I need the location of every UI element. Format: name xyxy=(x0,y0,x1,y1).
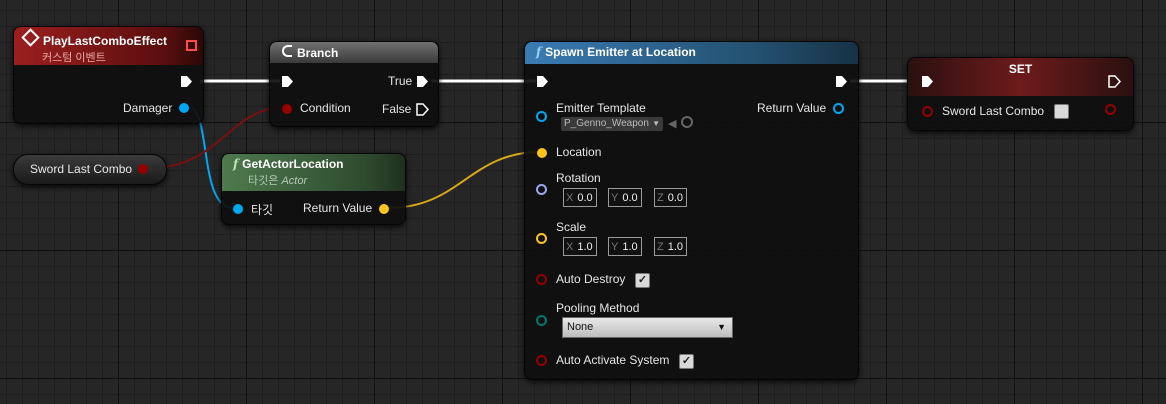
delegate-pin[interactable] xyxy=(186,40,197,51)
get-actor-location-node[interactable]: f GetActorLocation 타깃은 Actor 타깃 Return Va… xyxy=(221,153,406,225)
custom-event-node[interactable]: PlayLastComboEffect 커스텀 이벤트 Damager xyxy=(13,26,204,124)
branch-true-pin[interactable] xyxy=(416,75,429,88)
set-exec-out-pin[interactable] xyxy=(1108,75,1121,88)
scale-label: Scale xyxy=(556,220,587,234)
diamond-event-icon xyxy=(21,28,40,47)
spawn-exec-in-pin[interactable] xyxy=(536,75,549,88)
spawn-emitter-header: f Spawn Emitter at Location xyxy=(525,42,858,64)
axis-x-label: X xyxy=(566,191,574,204)
get-actor-location-title: GetActorLocation xyxy=(242,157,344,171)
custom-event-subtitle: 커스텀 이벤트 xyxy=(42,52,106,64)
damager-label: Damager xyxy=(123,101,173,115)
auto-destroy-label: Auto Destroy xyxy=(556,272,626,286)
rotation-z-field[interactable]: Z 0.0 xyxy=(654,188,688,207)
set-node[interactable]: SET Sword Last Combo xyxy=(907,57,1134,131)
use-selected-asset-icon[interactable]: ◀ xyxy=(668,117,676,130)
set-value-checkbox[interactable] xyxy=(1054,104,1069,119)
pooling-method-value: None xyxy=(567,321,594,333)
get-actor-location-subtitle-class: Actor xyxy=(281,175,308,187)
vector-wire-location xyxy=(387,151,541,209)
scale-z-field[interactable]: Z 1.0 xyxy=(654,237,688,256)
axis-y-label: Y xyxy=(611,191,619,204)
branch-condition-pin[interactable] xyxy=(282,104,292,114)
branch-icon xyxy=(282,45,292,57)
function-icon: f xyxy=(536,45,542,59)
set-output-pin[interactable] xyxy=(1105,104,1116,115)
browse-asset-icon[interactable] xyxy=(681,116,693,128)
branch-true-label: True xyxy=(388,74,413,88)
chevron-down-icon: ▼ xyxy=(717,322,726,332)
branch-header: Branch xyxy=(270,42,438,63)
spawn-return-label: Return Value xyxy=(757,101,827,115)
auto-activate-label: Auto Activate System xyxy=(556,353,670,367)
scale-x-value: 1.0 xyxy=(577,240,593,253)
sword-last-combo-get-node[interactable]: Sword Last Combo xyxy=(13,154,167,185)
branch-node[interactable]: Branch True Condition False xyxy=(269,41,439,127)
damager-pin[interactable] xyxy=(179,103,189,113)
axis-x-label: X xyxy=(566,240,574,253)
rotation-x-field[interactable]: X 0.0 xyxy=(563,188,597,207)
get-actor-location-return-pin[interactable] xyxy=(379,204,389,214)
auto-destroy-checkbox[interactable]: ✓ xyxy=(635,273,650,288)
set-var-label: Sword Last Combo xyxy=(942,104,1045,118)
sword-last-combo-get-label: Sword Last Combo xyxy=(30,162,133,176)
get-actor-location-target-pin[interactable] xyxy=(233,204,243,214)
spawn-emitter-node[interactable]: f Spawn Emitter at Location Emitter Templ… xyxy=(524,41,859,380)
emitter-template-label: Emitter Template xyxy=(556,101,646,115)
set-title: SET xyxy=(1008,62,1033,76)
function-icon: f xyxy=(233,157,239,171)
get-actor-location-subtitle: 타깃은 Actor xyxy=(248,172,397,188)
custom-event-title: PlayLastComboEffect xyxy=(43,34,168,48)
auto-activate-pin[interactable] xyxy=(536,355,547,366)
sword-last-combo-get-pin[interactable] xyxy=(138,164,148,174)
rotation-label: Rotation xyxy=(556,171,601,185)
branch-condition-label: Condition xyxy=(300,101,351,115)
rotation-x-value: 0.0 xyxy=(577,191,593,204)
exec-out-pin[interactable] xyxy=(180,75,193,88)
custom-event-header: PlayLastComboEffect 커스텀 이벤트 xyxy=(14,27,203,65)
get-actor-location-subtitle-target: 타깃은 xyxy=(248,175,279,187)
rotation-pin[interactable] xyxy=(536,184,547,195)
pooling-method-label: Pooling Method xyxy=(556,301,640,315)
axis-z-label: Z xyxy=(657,191,664,204)
branch-false-pin[interactable] xyxy=(416,103,429,116)
spawn-return-pin[interactable] xyxy=(833,103,844,114)
axis-z-label: Z xyxy=(657,240,664,253)
set-input-pin[interactable] xyxy=(922,106,933,117)
branch-title: Branch xyxy=(297,46,339,60)
spawn-exec-out-pin[interactable] xyxy=(835,75,848,88)
location-pin[interactable] xyxy=(537,148,547,158)
rotation-y-field[interactable]: Y 0.0 xyxy=(608,188,642,207)
get-actor-location-target-label: 타깃 xyxy=(251,203,274,217)
auto-activate-checkbox[interactable]: ✓ xyxy=(679,354,694,369)
spawn-emitter-title: Spawn Emitter at Location xyxy=(545,45,696,59)
emitter-template-combo[interactable]: P_Genno_Weapon ▼ xyxy=(561,117,663,131)
scale-y-value: 1.0 xyxy=(622,240,638,253)
get-actor-location-return-label: Return Value xyxy=(303,201,373,215)
scale-x-field[interactable]: X 1.0 xyxy=(563,237,597,256)
set-header: SET xyxy=(908,58,1133,96)
pooling-method-dropdown[interactable]: None ▼ xyxy=(562,317,733,338)
branch-false-label: False xyxy=(382,102,412,116)
branch-exec-in-pin[interactable] xyxy=(281,75,294,88)
get-actor-location-header: f GetActorLocation 타깃은 Actor xyxy=(222,154,405,191)
scale-pin[interactable] xyxy=(536,233,547,244)
scale-y-field[interactable]: Y 1.0 xyxy=(608,237,642,256)
set-exec-in-pin[interactable] xyxy=(921,75,934,88)
chevron-down-icon: ▼ xyxy=(652,119,660,128)
auto-destroy-pin[interactable] xyxy=(536,274,547,285)
emitter-template-value: P_Genno_Weapon xyxy=(564,118,649,129)
emitter-template-pin[interactable] xyxy=(536,111,547,122)
location-label: Location xyxy=(556,145,602,159)
rotation-y-value: 0.0 xyxy=(622,191,638,204)
pooling-method-pin[interactable] xyxy=(536,315,547,326)
rotation-z-value: 0.0 xyxy=(667,191,684,204)
scale-z-value: 1.0 xyxy=(667,240,684,253)
axis-y-label: Y xyxy=(611,240,619,253)
